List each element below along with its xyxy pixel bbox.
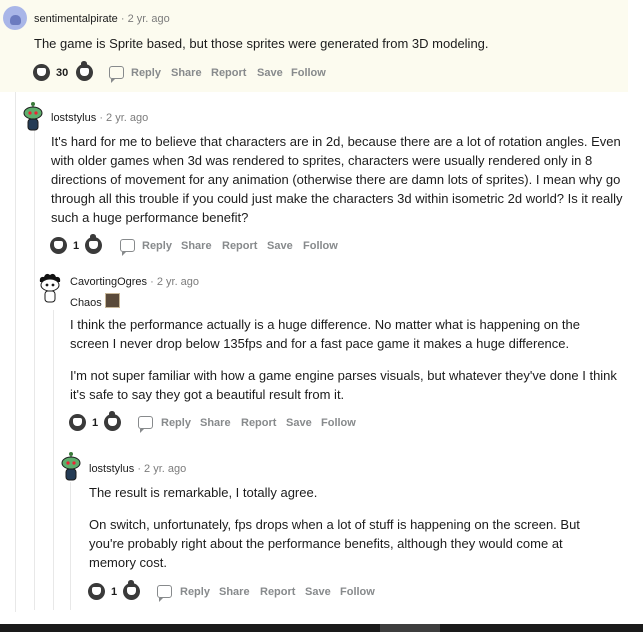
reply-bubble-icon[interactable] <box>109 66 124 83</box>
avatar[interactable] <box>20 100 46 134</box>
page-footer-strip <box>0 624 643 632</box>
comment-paragraph: I think the performance actually is a hu… <box>70 317 580 351</box>
comment-body: The game is Sprite based, but those spri… <box>34 36 489 51</box>
share-button[interactable]: Share <box>181 235 212 257</box>
avatar[interactable] <box>58 450 84 484</box>
reply-bubble-icon[interactable] <box>138 416 153 433</box>
comment-actions: 1 Reply Share Report Save Follow <box>50 234 350 257</box>
report-button[interactable]: Report <box>211 62 246 84</box>
follow-button[interactable]: Follow <box>303 235 338 257</box>
reply-button[interactable]: Reply <box>180 581 210 603</box>
flair-emoji-icon <box>104 293 120 308</box>
follow-button[interactable]: Follow <box>291 62 326 84</box>
share-button[interactable]: Share <box>219 581 250 603</box>
downvote-icon[interactable] <box>104 411 121 431</box>
upvote-icon[interactable] <box>50 237 67 254</box>
downvote-icon[interactable] <box>123 580 140 600</box>
reply-bubble-icon[interactable] <box>157 585 172 602</box>
report-button[interactable]: Report <box>260 581 295 603</box>
reply-bubble-icon[interactable] <box>120 239 135 256</box>
downvote-icon[interactable] <box>85 234 102 254</box>
comment-actions: 1 Reply Share Report Save Follow <box>69 411 369 434</box>
avatar[interactable] <box>3 6 27 30</box>
separator: · <box>120 13 125 25</box>
comment-meta: loststylus · 2 yr. ago <box>89 463 186 475</box>
comment-meta: sentimentalpirate · 2 yr. ago <box>34 13 170 25</box>
vote-count: 30 <box>56 67 69 79</box>
reply-button[interactable]: Reply <box>161 412 191 434</box>
reply-button[interactable]: Reply <box>131 62 161 84</box>
comment-paragraph: The result is remarkable, I totally agre… <box>89 485 318 500</box>
share-button[interactable]: Share <box>171 62 202 84</box>
timestamp[interactable]: 2 yr. ago <box>128 13 170 25</box>
share-button[interactable]: Share <box>200 412 231 434</box>
report-button[interactable]: Report <box>241 412 276 434</box>
follow-button[interactable]: Follow <box>340 581 375 603</box>
comment-loststylus-reply: loststylus · 2 yr. ago The result is rem… <box>0 448 643 608</box>
comment-actions: 30 Reply Share Report Save Follow <box>33 61 333 84</box>
timestamp[interactable]: 2 yr. ago <box>157 276 199 288</box>
username[interactable]: CavortingOgres <box>70 276 147 288</box>
separator: · <box>99 112 103 124</box>
username[interactable]: loststylus <box>51 112 96 124</box>
comment-cavortingogres: CavortingOgres · 2 yr. ago Chaos I think… <box>0 268 643 438</box>
avatar[interactable] <box>37 272 63 306</box>
comment-paragraph: I'm not super familiar with how a game e… <box>70 368 617 402</box>
comment-sentimentalpirate: sentimentalpirate · 2 yr. ago The game i… <box>0 0 628 92</box>
upvote-icon[interactable] <box>88 583 105 600</box>
reply-button[interactable]: Reply <box>142 235 172 257</box>
username[interactable]: sentimentalpirate <box>34 13 118 25</box>
separator: · <box>137 463 141 475</box>
follow-button[interactable]: Follow <box>321 412 356 434</box>
username[interactable]: loststylus <box>89 463 134 475</box>
separator: · <box>150 276 154 288</box>
user-flair: Chaos <box>70 293 120 309</box>
timestamp[interactable]: 2 yr. ago <box>106 112 148 124</box>
comment-paragraph: On switch, unfortunately, fps drops when… <box>89 517 580 570</box>
report-button[interactable]: Report <box>222 235 257 257</box>
comment-loststylus: loststylus · 2 yr. ago It's hard for me … <box>0 98 643 258</box>
vote-count: 1 <box>73 240 80 252</box>
vote-count: 1 <box>92 417 99 429</box>
comment-actions: 1 Reply Share Report Save Follow <box>88 580 388 603</box>
timestamp[interactable]: 2 yr. ago <box>144 463 186 475</box>
downvote-icon[interactable] <box>76 61 93 81</box>
save-button[interactable]: Save <box>305 581 331 603</box>
upvote-icon[interactable] <box>69 414 86 431</box>
comment-meta: CavortingOgres · 2 yr. ago <box>70 276 199 288</box>
comment-meta: loststylus · 2 yr. ago <box>51 112 148 124</box>
upvote-icon[interactable] <box>33 64 50 81</box>
vote-count: 1 <box>111 586 118 598</box>
flair-text: Chaos <box>70 297 102 309</box>
comment-body: It's hard for me to believe that charact… <box>51 134 623 225</box>
save-button[interactable]: Save <box>257 62 283 84</box>
save-button[interactable]: Save <box>267 235 293 257</box>
save-button[interactable]: Save <box>286 412 312 434</box>
